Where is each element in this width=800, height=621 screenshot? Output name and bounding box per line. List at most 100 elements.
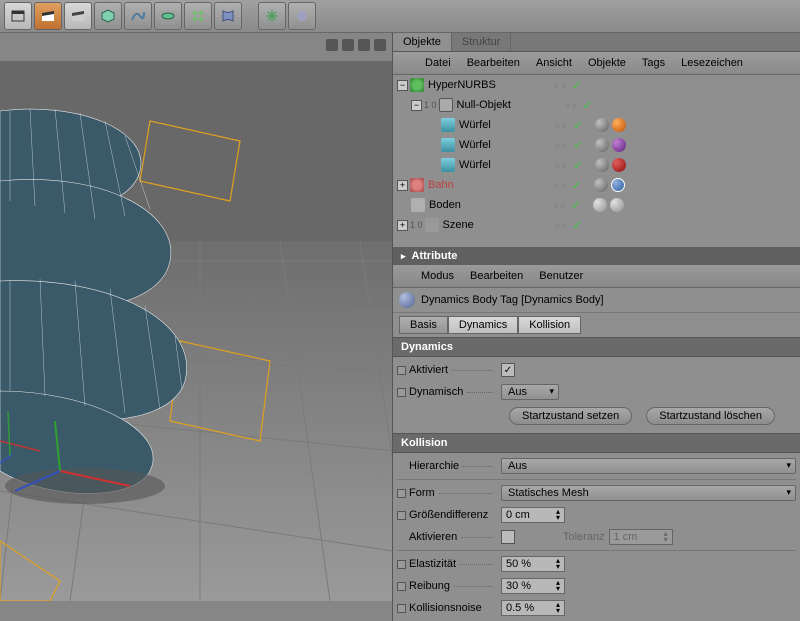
menu-bearbeiten[interactable]: Bearbeiten (462, 267, 531, 285)
null-icon (439, 98, 453, 112)
subtab-basis[interactable]: Basis (399, 316, 448, 334)
object-menubar: Datei Bearbeiten Ansicht Objekte Tags Le… (393, 52, 800, 75)
enable-check-icon[interactable]: ✓ (572, 78, 582, 92)
tag-title-bar: Dynamics Body Tag [Dynamics Body] (393, 288, 800, 313)
tree-item[interactable]: Würfel (459, 119, 551, 131)
tool-array-icon[interactable] (184, 2, 212, 30)
tree-item[interactable]: Boden (429, 199, 549, 211)
axis-rotate-icon[interactable] (342, 39, 354, 51)
expand-icon[interactable]: + (397, 220, 408, 231)
material-tag-icon[interactable] (595, 138, 609, 152)
menu-objekte[interactable]: Objekte (580, 54, 634, 72)
enable-check-icon[interactable]: ✓ (572, 178, 582, 192)
noise-input[interactable]: 0.5 %▴▾ (501, 600, 565, 616)
enable-check-icon[interactable]: ✓ (583, 98, 593, 112)
toleranz-input: 1 cm▴▾ (609, 529, 673, 545)
viewport[interactable] (0, 33, 393, 621)
tree-row-wuerfel1: Würfel ✓ (393, 115, 800, 135)
form-select[interactable]: Statisches Mesh (501, 485, 796, 501)
prop-dynamisch: Dynamisch Aus (397, 381, 796, 403)
tool-nurbs-icon[interactable] (154, 2, 182, 30)
tree-item[interactable]: Szene (443, 219, 551, 231)
expand-icon[interactable]: − (397, 80, 408, 91)
groesse-input[interactable]: 0 cm▴▾ (501, 507, 565, 523)
menu-ansicht[interactable]: Ansicht (528, 54, 580, 72)
tab-objekte[interactable]: Objekte (393, 33, 452, 51)
dynamics-tag-icon[interactable] (611, 178, 625, 192)
cube-icon (441, 158, 455, 172)
attribute-header: Attribute (393, 247, 800, 265)
material-tag-icon[interactable] (595, 158, 609, 172)
toleranz-label: Toleranz (563, 531, 605, 543)
object-tree: − HyperNURBS ✓ − 1 0 Null-Objekt ✓ Würfe… (393, 75, 800, 247)
tree-row-wuerfel2: Würfel ✓ (393, 135, 800, 155)
material-tag-icon[interactable] (612, 118, 626, 132)
viewport-max-icon[interactable] (374, 39, 386, 51)
tool-clapper2-icon[interactable] (64, 2, 92, 30)
menu-lesezeichen[interactable]: Lesezeichen (673, 54, 751, 72)
tree-row-szene: + 1 0 Szene ✓ (393, 215, 800, 235)
tool-misc-icon[interactable] (288, 2, 316, 30)
tree-row-bahn: + Bahn ✓ (393, 175, 800, 195)
tree-item[interactable]: HyperNURBS (428, 79, 550, 91)
aktivieren-checkbox[interactable] (501, 530, 515, 544)
prop-reibung: Reibung 30 %▴▾ (397, 575, 796, 597)
enable-check-icon[interactable]: ✓ (573, 118, 583, 132)
enable-check-icon[interactable]: ✓ (573, 158, 583, 172)
prop-aktiviert: Aktiviert ✓ (397, 359, 796, 381)
subtab-dynamics[interactable]: Dynamics (448, 316, 518, 334)
expand-icon[interactable]: − (411, 100, 422, 111)
dynamisch-select[interactable]: Aus (501, 384, 559, 400)
enable-check-icon[interactable]: ✓ (573, 138, 583, 152)
section-kollision: Kollision (393, 433, 800, 453)
hierarchie-select[interactable]: Aus (501, 458, 796, 474)
tree-row-boden: Boden ✓ (393, 195, 800, 215)
tool-film-icon[interactable] (4, 2, 32, 30)
prop-elastizitaet: Elastizität 50 %▴▾ (397, 553, 796, 575)
elastizitaet-input[interactable]: 50 %▴▾ (501, 556, 565, 572)
tree-row-hypernurbs: − HyperNURBS ✓ (393, 75, 800, 95)
floor-icon (411, 198, 425, 212)
material-tag-icon[interactable] (612, 158, 626, 172)
startzustand-setzen-button[interactable]: Startzustand setzen (509, 407, 632, 425)
reibung-input[interactable]: 30 %▴▾ (501, 578, 565, 594)
menu-bearbeiten[interactable]: Bearbeiten (459, 54, 528, 72)
tool-spline-icon[interactable] (124, 2, 152, 30)
material-tag-icon[interactable] (593, 198, 607, 212)
cube-icon (441, 138, 455, 152)
menu-benutzer[interactable]: Benutzer (531, 267, 591, 285)
attribute-menubar: Modus Bearbeiten Benutzer (393, 265, 800, 288)
menu-modus[interactable]: Modus (413, 267, 462, 285)
aktiviert-checkbox[interactable]: ✓ (501, 363, 515, 377)
tag-title-text: Dynamics Body Tag [Dynamics Body] (421, 294, 604, 306)
expand-icon[interactable]: + (397, 180, 408, 191)
tree-item[interactable]: Bahn (428, 179, 550, 191)
tree-item[interactable]: Null-Objekt (457, 99, 561, 111)
prop-noise: Kollisionsnoise 0.5 %▴▾ (397, 597, 796, 619)
tab-struktur[interactable]: Struktur (452, 33, 512, 51)
axis-move-icon[interactable] (326, 39, 338, 51)
menu-tags[interactable]: Tags (634, 54, 673, 72)
tree-item[interactable]: Würfel (459, 159, 551, 171)
main-toolbar (0, 0, 800, 33)
prop-aktivieren: Aktivieren Toleranz 1 cm▴▾ (397, 526, 796, 548)
material-tag-icon[interactable] (612, 138, 626, 152)
dynamics-tag-icon[interactable] (610, 198, 624, 212)
tree-item[interactable]: Würfel (459, 139, 551, 151)
object-panel-tabs: Objekte Struktur (393, 33, 800, 52)
subtab-kollision[interactable]: Kollision (518, 316, 581, 334)
tree-row-null: − 1 0 Null-Objekt ✓ (393, 95, 800, 115)
material-tag-icon[interactable] (595, 118, 609, 132)
menu-datei[interactable]: Datei (417, 54, 459, 72)
tree-row-wuerfel3: Würfel ✓ (393, 155, 800, 175)
tool-expand-icon[interactable] (258, 2, 286, 30)
enable-check-icon[interactable]: ✓ (571, 198, 581, 212)
tool-deformer-icon[interactable] (214, 2, 242, 30)
axis-scale-icon[interactable] (358, 39, 370, 51)
spline-icon (410, 178, 424, 192)
tool-clapper-icon[interactable] (34, 2, 62, 30)
dynamics-tag-icon[interactable] (594, 178, 608, 192)
tool-cube-icon[interactable] (94, 2, 122, 30)
enable-check-icon[interactable]: ✓ (573, 218, 583, 232)
startzustand-loeschen-button[interactable]: Startzustand löschen (646, 407, 775, 425)
